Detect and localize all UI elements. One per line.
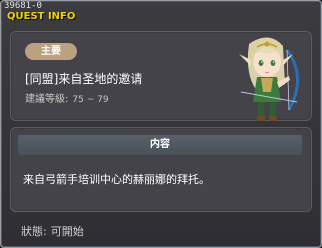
quest-id: 39681-0 [4,1,42,11]
recommended-level: 建議等級: 75 ~ 79 [25,90,109,105]
category-badge: 主要 [25,43,77,60]
archer-npc-icon [239,37,299,121]
level-label: 建議等級: [25,94,69,105]
quest-info-window: 39681-0 QUEST INFO 主要 [同盟]来自圣地的邀请 建議等級: 7… [0,0,322,248]
level-range: 75 ~ 79 [72,95,109,105]
quest-name: [同盟]来自圣地的邀请 [25,72,143,86]
content-description: 来自弓箭手培训中心的赫丽娜的拜托。 [23,173,210,186]
window-title: QUEST INFO [7,11,76,22]
status-label: 狀態: [21,225,47,238]
status-value: 可開始 [50,225,84,238]
quest-status: 狀態: 可開始 [21,223,84,239]
quest-content-panel: 内容 来自弓箭手培训中心的赫丽娜的拜托。 [10,127,312,212]
content-header: 内容 [18,135,302,155]
